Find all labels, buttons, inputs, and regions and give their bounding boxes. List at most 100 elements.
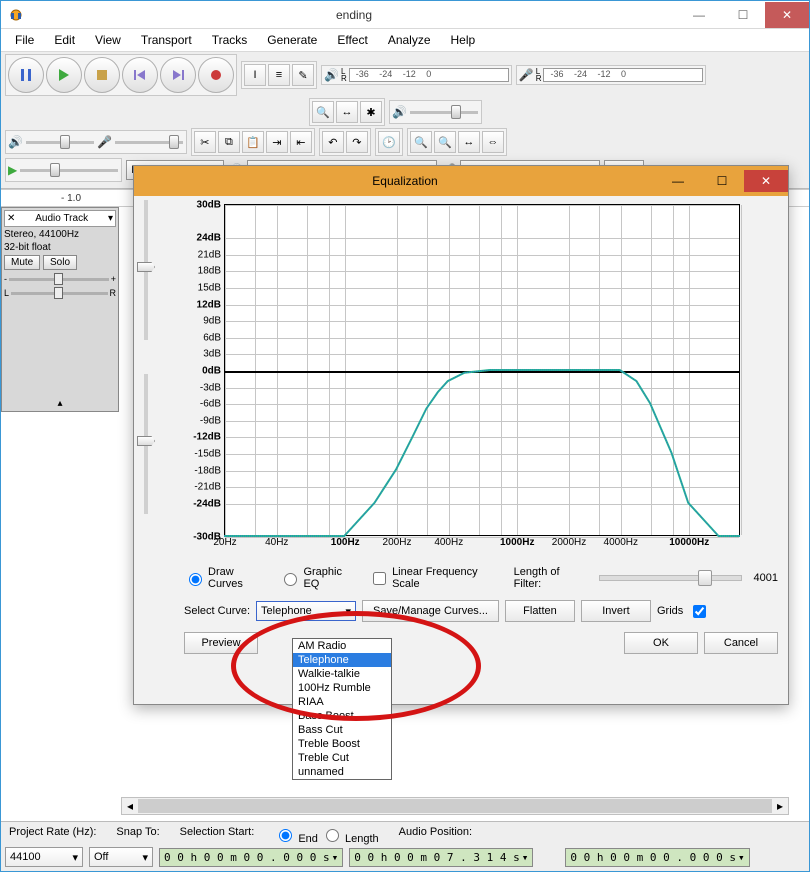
sel-start-time[interactable]: 0 0 h 0 0 m 0 0 . 0 0 0 s▾ xyxy=(159,848,343,867)
dialog-title-bar[interactable]: Equalization — ☐ ✕ xyxy=(134,166,788,196)
speaker-small-icon: 🔊 xyxy=(392,105,407,119)
play-speed-icon[interactable]: ▶ xyxy=(8,163,17,177)
sel-end-time[interactable]: 0 0 h 0 0 m 0 7 . 3 1 4 s▾ xyxy=(349,848,533,867)
record-meter[interactable] xyxy=(543,68,703,82)
menu-analyze[interactable]: Analyze xyxy=(380,31,439,49)
cut-icon[interactable]: ✂ xyxy=(194,131,216,153)
dialog-close-button[interactable]: ✕ xyxy=(744,170,788,192)
pause-button[interactable] xyxy=(8,57,44,93)
tool-panel: I ≡ ✎ xyxy=(241,61,317,89)
playback-volume-slider[interactable] xyxy=(25,133,95,151)
curve-option[interactable]: Walkie-talkie xyxy=(293,667,391,681)
play-speed-slider[interactable] xyxy=(19,161,119,179)
select-curve-dropdown[interactable]: Telephone ▾ xyxy=(256,601,356,621)
menu-edit[interactable]: Edit xyxy=(46,31,83,49)
eq-plot[interactable]: 20Hz40Hz100Hz200Hz400Hz1000Hz2000Hz4000H… xyxy=(184,204,740,554)
minimize-button[interactable]: — xyxy=(677,2,721,28)
skip-end-button[interactable] xyxy=(160,57,196,93)
linear-scale-checkbox[interactable] xyxy=(373,572,386,585)
grids-checkbox[interactable] xyxy=(693,605,706,618)
menu-help[interactable]: Help xyxy=(443,31,484,49)
ok-button[interactable]: OK xyxy=(624,632,698,654)
invert-button[interactable]: Invert xyxy=(581,600,651,622)
output-volume-slider[interactable] xyxy=(409,103,479,121)
sync-lock-icon[interactable]: 🕑 xyxy=(378,131,400,153)
record-volume-slider[interactable] xyxy=(114,133,184,151)
length-of-filter-label: Length of Filter: xyxy=(514,566,587,590)
menu-generate[interactable]: Generate xyxy=(259,31,325,49)
dialog-minimize-button[interactable]: — xyxy=(656,170,700,192)
snap-dropdown[interactable]: Off ▾ xyxy=(89,847,153,867)
gain-slider[interactable]: - + xyxy=(4,274,116,284)
play-button[interactable] xyxy=(46,57,82,93)
solo-button[interactable]: Solo xyxy=(43,255,77,270)
menu-effect[interactable]: Effect xyxy=(329,31,375,49)
curve-option[interactable]: Telephone xyxy=(293,653,391,667)
curve-option[interactable]: Bass Boost xyxy=(293,709,391,723)
selection-tool-icon[interactable]: I xyxy=(244,64,266,86)
redo-icon[interactable]: ↷ xyxy=(346,131,368,153)
draw-curves-radio[interactable] xyxy=(189,573,202,586)
menu-transport[interactable]: Transport xyxy=(133,31,200,49)
preview-button[interactable]: Preview xyxy=(184,632,258,654)
maximize-button[interactable]: ☐ xyxy=(721,2,765,28)
mute-button[interactable]: Mute xyxy=(4,255,40,270)
end-radio[interactable] xyxy=(279,829,292,842)
stop-button[interactable] xyxy=(84,57,120,93)
track-close-icon[interactable]: ✕ xyxy=(7,213,15,224)
transport-panel xyxy=(5,54,237,96)
mic-icon: 🎤 xyxy=(519,68,534,82)
curve-option[interactable]: RIAA xyxy=(293,695,391,709)
db-max-slider[interactable] xyxy=(134,200,158,370)
chevron-down-icon: ▾ xyxy=(72,851,78,864)
curve-option[interactable]: unnamed xyxy=(293,765,391,779)
playback-meter-panel: 🔊 LR xyxy=(321,65,512,85)
save-manage-button[interactable]: Save/Manage Curves... xyxy=(362,600,499,622)
select-curve-label: Select Curve: xyxy=(184,605,250,617)
multi-tool-icon[interactable]: ✱ xyxy=(360,101,382,123)
fit-selection-icon[interactable]: ↔ xyxy=(458,131,480,153)
pan-slider[interactable]: L R xyxy=(4,288,116,298)
project-rate-dropdown[interactable]: 44100 ▾ xyxy=(5,847,83,867)
track-name: Audio Track xyxy=(35,213,88,224)
track-menu-icon[interactable]: ▾ xyxy=(108,213,113,224)
paste-icon[interactable]: 📋 xyxy=(242,131,264,153)
zoom-tool-icon[interactable]: 🔍 xyxy=(312,101,334,123)
menu-tracks[interactable]: Tracks xyxy=(204,31,256,49)
skip-start-button[interactable] xyxy=(122,57,158,93)
graphic-eq-radio[interactable] xyxy=(284,573,297,586)
copy-icon[interactable]: ⧉ xyxy=(218,131,240,153)
trim-icon[interactable]: ⇥ xyxy=(266,131,288,153)
scroll-right-icon[interactable]: ▸ xyxy=(772,798,788,814)
draw-tool-icon[interactable]: ✎ xyxy=(292,64,314,86)
collapse-icon[interactable]: ▴ xyxy=(4,398,116,409)
track-bits: 32-bit float xyxy=(4,242,116,253)
close-button[interactable]: ✕ xyxy=(765,2,809,28)
menu-file[interactable]: File xyxy=(7,31,42,49)
db-min-slider[interactable] xyxy=(134,374,158,544)
curve-option[interactable]: 100Hz Rumble xyxy=(293,681,391,695)
menu-view[interactable]: View xyxy=(87,31,129,49)
envelope-tool-icon[interactable]: ≡ xyxy=(268,64,290,86)
scroll-left-icon[interactable]: ◂ xyxy=(122,798,138,814)
playback-meter[interactable] xyxy=(349,68,509,82)
record-button[interactable] xyxy=(198,57,234,93)
undo-icon[interactable]: ↶ xyxy=(322,131,344,153)
horizontal-scrollbar[interactable]: ◂ ▸ xyxy=(121,797,789,815)
silence-icon[interactable]: ⇤ xyxy=(290,131,312,153)
curve-option[interactable]: Bass Cut xyxy=(293,723,391,737)
length-radio[interactable] xyxy=(326,829,339,842)
flatten-button[interactable]: Flatten xyxy=(505,600,575,622)
curve-option[interactable]: Treble Boost xyxy=(293,737,391,751)
audio-pos-time[interactable]: 0 0 h 0 0 m 0 0 . 0 0 0 s▾ xyxy=(565,848,749,867)
dialog-maximize-button[interactable]: ☐ xyxy=(700,170,744,192)
curve-option[interactable]: Treble Cut xyxy=(293,751,391,765)
curve-option[interactable]: AM Radio xyxy=(293,639,391,653)
fit-project-icon[interactable]: ⇔ xyxy=(482,131,504,153)
zoom-in-icon[interactable]: 🔍 xyxy=(410,131,432,153)
cancel-button[interactable]: Cancel xyxy=(704,632,778,654)
zoom-out-icon[interactable]: 🔍 xyxy=(434,131,456,153)
timeshift-tool-icon[interactable]: ↔ xyxy=(336,101,358,123)
window-title: ending xyxy=(31,8,677,22)
length-of-filter-slider[interactable] xyxy=(599,575,742,581)
